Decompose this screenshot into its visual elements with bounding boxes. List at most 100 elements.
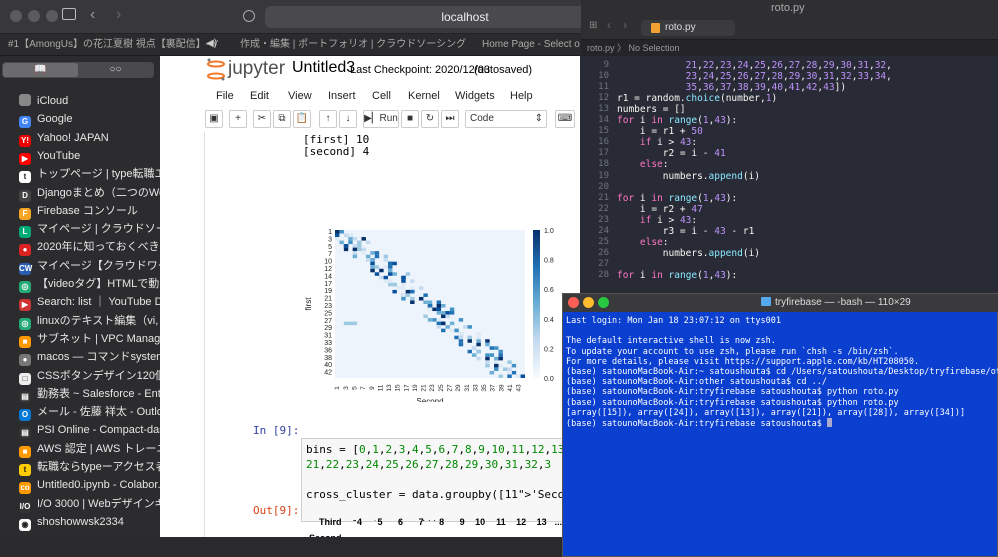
- heatmap-ytick-label: 42: [324, 370, 332, 377]
- line-number: 17: [598, 148, 609, 159]
- tab-2[interactable]: 作成・編集 | ポートフォリオ | クラウドソーシング「ランサー...: [240, 34, 470, 56]
- heatmap-cell: [401, 293, 406, 297]
- privacy-icon[interactable]: [243, 10, 255, 22]
- bookmark-item[interactable]: ▤ PSI Online - Compact-das...: [0, 421, 160, 440]
- menu-widgets[interactable]: Widgets: [455, 90, 495, 102]
- menu-edit[interactable]: Edit: [250, 90, 269, 102]
- editor-code[interactable]: 9 21,22,23,24,25,26,27,28,29,30,31,32, 10…: [581, 56, 998, 292]
- bookmark-item[interactable]: Y! Yahoo! JAPAN: [0, 129, 160, 147]
- zoom-window-button[interactable]: [46, 10, 58, 22]
- tab-1[interactable]: #1【AmongUs】の花江夏樹 視点【裏配信】- YouT...: [8, 34, 218, 56]
- menu-kernel[interactable]: Kernel: [408, 90, 440, 102]
- bookmark-item[interactable]: co Untitled0.ipynb - Colabor...: [0, 476, 160, 495]
- line-number: 13: [598, 104, 609, 115]
- bookmark-item[interactable]: I/O I/O 3000 | Webデザインギ...: [0, 495, 160, 513]
- heatmap-cell: [489, 353, 495, 357]
- folder-icon: [761, 297, 771, 306]
- bookmark-label: Search: list ｜ YouTube Da...: [37, 296, 160, 309]
- heatmap-cell: [401, 275, 406, 280]
- bookmark-item[interactable]: iCloud: [0, 92, 160, 110]
- zoom-window-button[interactable]: [598, 297, 609, 308]
- heatmap-cell: [405, 293, 411, 297]
- restart-run-icon[interactable]: ⏭: [441, 110, 459, 128]
- bookmark-item[interactable]: ◎ linuxのテキスト編集（vi, se...: [0, 312, 160, 330]
- interrupt-icon[interactable]: ■: [401, 110, 419, 128]
- close-window-button[interactable]: [10, 10, 22, 22]
- table-blank-cell: [468, 530, 490, 537]
- table-column-header: 10: [475, 517, 486, 527]
- bookmark-item[interactable]: D Djangoまとめ（二つのWeb...: [0, 184, 160, 202]
- minimize-window-button[interactable]: [28, 10, 40, 22]
- bookmark-item[interactable]: t 転職ならtypeーアクセス者数...: [0, 458, 160, 476]
- cell-type-select[interactable]: Code ⇕: [465, 110, 547, 128]
- sidebar-toggle-icon[interactable]: [62, 8, 76, 20]
- heatmap-cell: [471, 353, 477, 357]
- paste-icon[interactable]: 📋: [293, 110, 311, 128]
- cut-icon[interactable]: ✂: [253, 110, 271, 128]
- keyboard-icon[interactable]: ⌨: [555, 110, 575, 128]
- close-window-button[interactable]: [568, 297, 579, 308]
- save-icon[interactable]: ▣: [205, 110, 223, 128]
- table-blank-cell: [509, 530, 531, 537]
- grid-icon[interactable]: ⊞: [589, 20, 597, 31]
- bookmark-item[interactable]: ■ サブネット | VPC Manage...: [0, 330, 160, 348]
- speaker-icon[interactable]: ◀): [206, 38, 217, 49]
- python-file-icon: [651, 23, 660, 33]
- bookmark-item[interactable]: ■ AWS 認定 | AWS トレーニ...: [0, 440, 160, 458]
- minimize-window-button[interactable]: [583, 297, 594, 308]
- bookmarks-tab-icon[interactable]: 📖: [3, 63, 78, 77]
- bookmark-item[interactable]: ● macos — コマンドsystemc...: [0, 348, 160, 367]
- heatmap-cell: [494, 363, 499, 368]
- bookmark-item[interactable]: □ CSSボタンデザイン120個以...: [0, 367, 160, 385]
- code-line: else:: [639, 159, 669, 171]
- bookmark-item[interactable]: F Firebase コンソール: [0, 202, 160, 220]
- table-column-header: 7: [418, 517, 424, 527]
- menu-cell[interactable]: Cell: [372, 90, 391, 102]
- bookmark-item[interactable]: O メール - 佐藤 祥太 - Outlook: [0, 403, 160, 422]
- forward-icon[interactable]: ›: [116, 6, 121, 24]
- bookmark-item[interactable]: t トップページ | type転職エー...: [0, 165, 160, 184]
- heatmap-cell: [445, 311, 450, 315]
- menu-insert[interactable]: Insert: [328, 90, 356, 102]
- bookmark-label: PSI Online - Compact-das...: [37, 424, 160, 437]
- bookmark-item[interactable]: G Google: [0, 110, 160, 129]
- restart-icon[interactable]: ↻: [421, 110, 439, 128]
- bookmark-item[interactable]: ◉ shoshowwsk2334: [0, 513, 160, 531]
- copy-icon[interactable]: ⧉: [273, 110, 291, 128]
- reading-list-tab-icon[interactable]: ○○: [78, 63, 153, 77]
- run-button[interactable]: ▶▏Run: [363, 110, 399, 128]
- menu-view[interactable]: View: [288, 90, 312, 102]
- heatmap-ytick-label: 14: [324, 273, 332, 280]
- notebook-title[interactable]: Untitled3: [292, 59, 355, 77]
- terminal-window[interactable]: tryfirebase — -bash — 110×29 Last login:…: [562, 293, 998, 557]
- back-icon[interactable]: ‹: [90, 6, 95, 24]
- forward-icon[interactable]: ›: [623, 18, 627, 32]
- table-blank-cell: [530, 530, 551, 537]
- bookmark-item[interactable]: ▶ Search: list ｜ YouTube Da...: [0, 293, 160, 312]
- heatmap-cell: [485, 360, 490, 364]
- bookmark-item[interactable]: ◎ 【videoタグ】HTMLで動画...: [0, 275, 160, 293]
- bookmark-item[interactable]: CW マイページ【クラウドワーク...: [0, 257, 160, 275]
- bookmark-label: iCloud: [37, 95, 69, 107]
- bookmark-item[interactable]: L マイページ | クラウドソーシ...: [0, 220, 160, 239]
- heatmap-ytick-label: 19: [324, 288, 332, 295]
- insert-cell-icon[interactable]: +: [229, 110, 247, 128]
- bookmark-item[interactable]: ▶ YouTube: [0, 147, 160, 165]
- move-down-icon[interactable]: ↓: [339, 110, 357, 128]
- menu-help[interactable]: Help: [510, 90, 533, 102]
- bookmark-item[interactable]: ▤ 勤務表 ~ Salesforce - Ente...: [0, 385, 160, 403]
- code-cell[interactable]: bins = [0,1,2,3,4,5,6,7,8,9,10,11,12,13,…: [301, 438, 580, 522]
- menu-file[interactable]: File: [216, 90, 234, 102]
- bookmark-label: Firebase コンソール: [37, 204, 138, 217]
- tab-3[interactable]: Home Page - Select or: [482, 34, 580, 56]
- terminal-line: The default interactive shell is now zsh…: [566, 336, 776, 347]
- heatmap-cell: [498, 356, 503, 361]
- heatmap-cell: [410, 279, 415, 283]
- heatmap-xtick-label: 43: [516, 384, 523, 392]
- move-up-icon[interactable]: ↑: [319, 110, 337, 128]
- heatmap-cell: [458, 342, 464, 347]
- back-icon[interactable]: ‹: [607, 18, 611, 32]
- bookmark-item[interactable]: ● 2020年に知っておくべきオ...: [0, 238, 160, 257]
- colorbar-tick-label: 0.4: [544, 317, 554, 324]
